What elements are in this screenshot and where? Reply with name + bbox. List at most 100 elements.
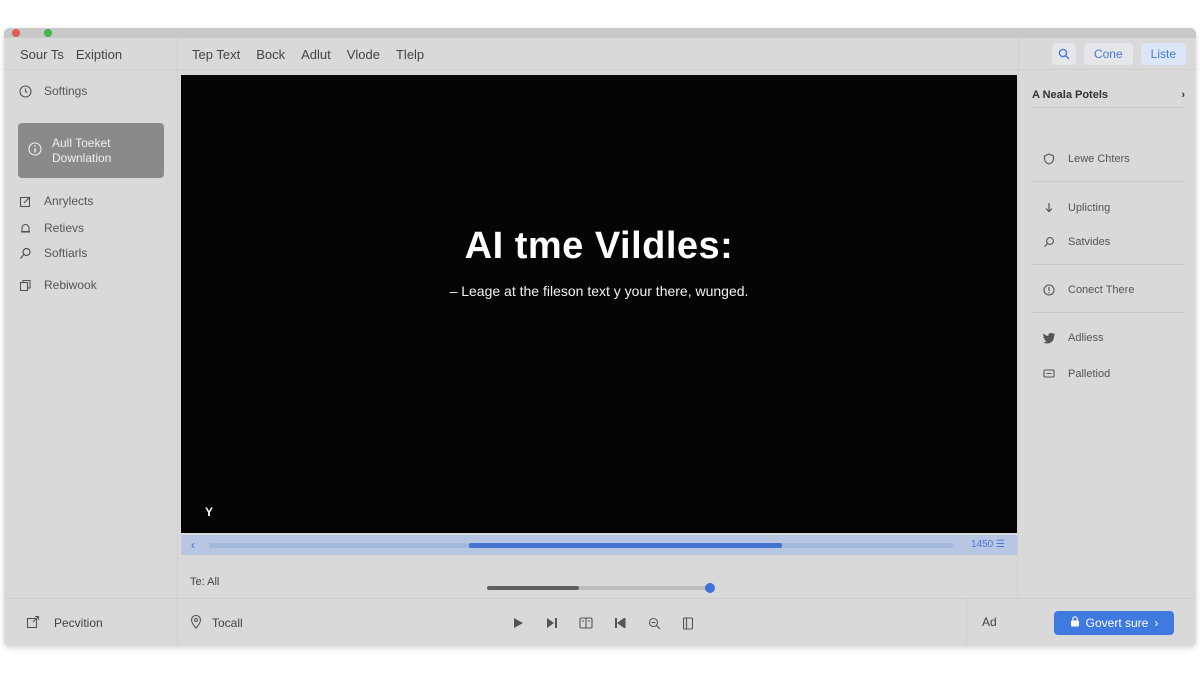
sidebar-item-reviews[interactable]: Retievs — [18, 221, 84, 235]
panel-item-label: Conect There — [1068, 284, 1135, 296]
edit-icon — [18, 194, 32, 208]
info-icon — [28, 142, 42, 159]
menu-adlut[interactable]: Adlut — [301, 47, 331, 62]
top-toolbar: Sour Ts Exiption Tep Text Bock Adlut Vlo… — [4, 38, 1196, 70]
panel-item-label: Satvides — [1068, 236, 1111, 248]
menu-exiption[interactable]: Exiption — [76, 47, 122, 62]
volume-slider[interactable] — [487, 583, 715, 593]
next-frame-button[interactable] — [542, 613, 562, 633]
sidebar-item-label: Aull Toeket Downlation — [52, 136, 111, 166]
menu-tlelp[interactable]: Tlelp — [396, 47, 424, 62]
columns-icon — [579, 617, 593, 629]
timeline-progress — [469, 543, 782, 548]
play-button[interactable] — [508, 613, 528, 633]
sidebar-item-label: Softings — [44, 84, 88, 98]
chevron-left-icon[interactable]: ‹ — [191, 538, 195, 552]
panel-item-uplicting[interactable]: Uplicting — [1042, 201, 1110, 215]
sidebar-item-label: Softiarls — [44, 246, 88, 260]
export-icon — [26, 615, 40, 632]
bell-icon — [18, 221, 32, 235]
panel-item-label: Adliess — [1068, 332, 1104, 344]
volume-fill — [487, 586, 579, 590]
title-bar — [4, 28, 1196, 38]
split-view-button[interactable] — [576, 613, 596, 633]
tool-label: Tocall — [212, 616, 243, 630]
info-icon — [1042, 283, 1056, 297]
right-panel-header[interactable]: A Neala Potels › — [1032, 82, 1185, 108]
video-title: AI tme Vildles: — [464, 225, 734, 267]
search-icon — [18, 246, 32, 260]
panel-item-palletiod[interactable]: Palletiod — [1042, 367, 1110, 381]
divider — [1032, 312, 1185, 313]
zoom-out-button[interactable] — [644, 613, 664, 633]
location-pin-icon — [190, 614, 202, 632]
message-icon — [1042, 367, 1056, 381]
left-sidebar: Softings Aull Toeket Downlation Anrylect… — [4, 70, 178, 598]
copy-icon — [18, 278, 32, 292]
video-subtitle: – Leage at the fileson text y your there… — [449, 283, 749, 299]
book-button[interactable] — [678, 613, 698, 633]
liste-button[interactable]: Liste — [1140, 43, 1186, 65]
panel-item-label: Uplicting — [1068, 202, 1111, 214]
panel-item-label: Lewe Chters — [1068, 153, 1130, 165]
tool-selector[interactable]: Tocall — [190, 599, 243, 646]
sidebar-item-label: Anrylects — [44, 194, 94, 208]
ad-label[interactable]: Ad — [982, 615, 997, 629]
app-window: Sour Ts Exiption Tep Text Bock Adlut Vlo… — [4, 28, 1196, 646]
sidebar-item-label: Rebiwook — [44, 278, 97, 292]
video-player[interactable]: AI tme Vildles: – Leage at the fileson t… — [181, 75, 1017, 533]
bottom-left-label: Pecvition — [54, 616, 103, 630]
main-menu: Tep Text Bock Adlut Vlode Tlelp — [178, 38, 424, 70]
maximize-window-button[interactable] — [44, 29, 52, 37]
selected-label-line2: Downlation — [52, 150, 112, 165]
top-left-menu: Sour Ts Exiption — [4, 38, 178, 70]
panel-item-satvides[interactable]: Satvides — [1042, 235, 1110, 249]
minimize-window-button[interactable] — [28, 29, 36, 37]
sidebar-item-softiarls[interactable]: Softiarls — [18, 246, 87, 260]
skip-end-button[interactable] — [610, 613, 630, 633]
close-window-button[interactable] — [12, 29, 20, 37]
bottom-bar: Pecvition Tocall Ad Govert sure › — [4, 598, 1196, 646]
twitter-bird-icon — [1042, 331, 1056, 345]
volume-knob[interactable] — [705, 583, 715, 593]
timeline-time: 1450 ☰ — [971, 539, 1005, 550]
panel-item-conect-there[interactable]: Conect There — [1042, 283, 1134, 297]
shield-icon — [1042, 152, 1056, 166]
sidebar-item-analysis[interactable]: Anrylects — [18, 194, 93, 208]
search-icon — [1042, 235, 1056, 249]
cone-button[interactable]: Cone — [1083, 43, 1133, 65]
right-panel: A Neala Potels › Lewe Chters Uplicting S… — [1017, 70, 1196, 598]
sidebar-item-settings[interactable]: Softings — [18, 84, 87, 98]
menu-bock[interactable]: Bock — [256, 47, 285, 62]
lock-icon — [1070, 616, 1080, 630]
search-button[interactable] — [1051, 43, 1076, 65]
clock-icon — [18, 84, 32, 98]
panel-item-label: Palletiod — [1068, 368, 1111, 380]
play-icon — [514, 618, 523, 628]
sidebar-item-download[interactable]: Aull Toeket Downlation — [18, 123, 164, 178]
skip-forward-icon — [547, 618, 557, 628]
menu-tep-text[interactable]: Tep Text — [192, 47, 240, 62]
chevron-right-icon: › — [1181, 88, 1185, 101]
menu-vlode[interactable]: Vlode — [347, 47, 380, 62]
bottom-left-section[interactable]: Pecvition — [4, 599, 178, 646]
menu-sour-ts[interactable]: Sour Ts — [20, 47, 64, 62]
timecode: 1450 — [971, 539, 994, 550]
divider — [1032, 264, 1185, 265]
convert-button-label: Govert sure — [1085, 616, 1149, 630]
skip-end-icon — [615, 618, 626, 628]
convert-button[interactable]: Govert sure › — [1054, 611, 1174, 635]
panel-item-adliess[interactable]: Adliess — [1042, 331, 1103, 345]
panel-item-lewe-chters[interactable]: Lewe Chters — [1042, 152, 1130, 166]
track-label: Te: All — [190, 576, 220, 588]
search-icon — [1058, 48, 1070, 60]
chevron-right-icon: › — [1154, 616, 1159, 630]
sidebar-item-rebiwook[interactable]: Rebiwook — [18, 278, 97, 292]
playback-controls — [508, 599, 698, 646]
video-corner-logo: Y — [205, 505, 214, 519]
sidebar-item-label: Retievs — [44, 221, 85, 235]
top-right-actions: Cone Liste — [1018, 38, 1196, 70]
download-icon — [1042, 201, 1056, 215]
right-panel-title: A Neala Potels — [1032, 88, 1109, 101]
timeline-scrubber[interactable]: ‹ 1450 ☰ — [181, 535, 1017, 555]
